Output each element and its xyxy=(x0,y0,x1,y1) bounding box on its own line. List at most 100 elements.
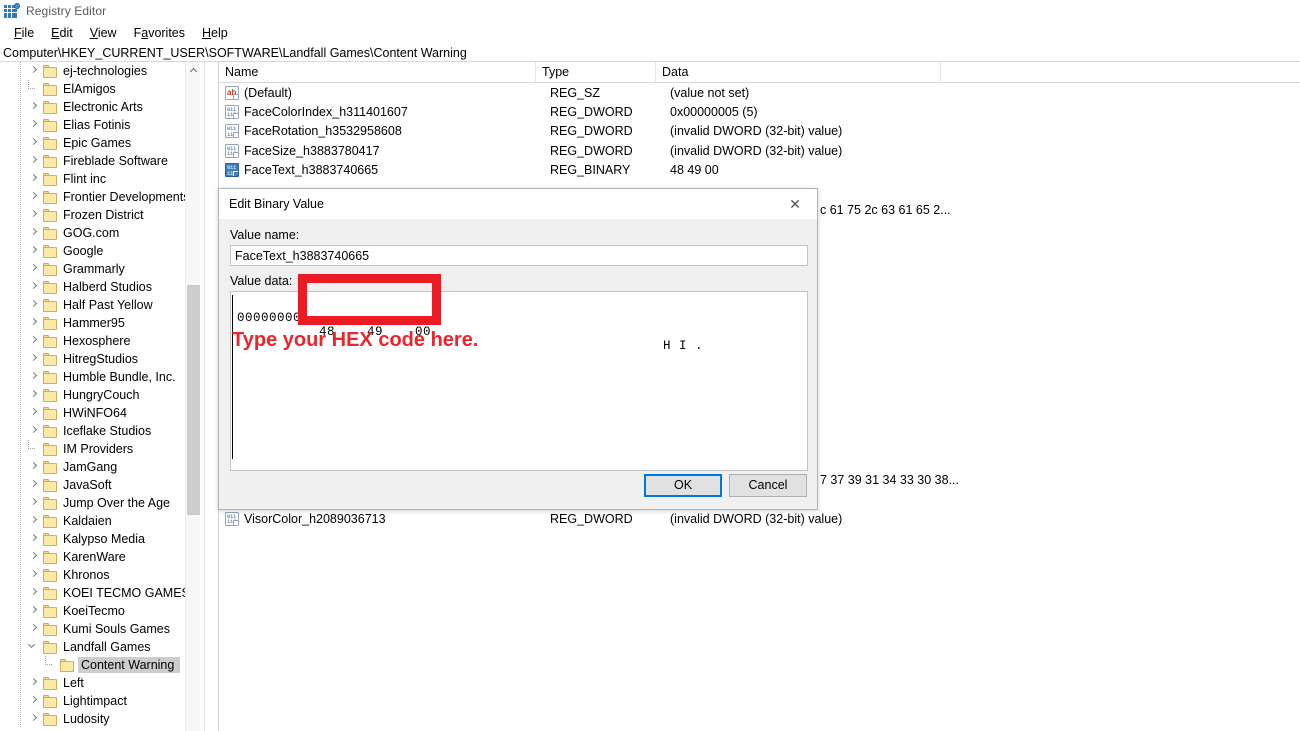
chevron-right-icon[interactable] xyxy=(27,152,43,170)
tree-item-im-providers[interactable]: IM Providers xyxy=(0,440,195,458)
chevron-right-icon[interactable] xyxy=(27,548,43,566)
chevron-right-icon[interactable] xyxy=(27,62,43,80)
cancel-button[interactable]: Cancel xyxy=(729,473,807,497)
table-row[interactable]: ab (Default) REG_SZ (value not set) xyxy=(219,83,1300,102)
tree-vertical-scrollbar[interactable] xyxy=(185,62,200,731)
chevron-right-icon[interactable] xyxy=(27,134,43,152)
chevron-right-icon[interactable] xyxy=(27,566,43,584)
table-row[interactable]: 011 110 FaceSize_h3883780417 REG_DWORD (inva… xyxy=(219,141,1300,160)
value-name-input[interactable] xyxy=(230,245,808,266)
table-row[interactable]: 011 110 FaceText_h3883740665 REG_BINARY 48 4… xyxy=(219,161,1300,180)
chevron-right-icon[interactable] xyxy=(27,368,43,386)
pane-splitter[interactable] xyxy=(204,62,218,731)
value-type-cell: REG_DWORD xyxy=(550,124,633,139)
tree-item-hwinfo64[interactable]: HWiNFO64 xyxy=(0,404,195,422)
tree-item-elias-fotinis[interactable]: Elias Fotinis xyxy=(0,116,195,134)
tree-item-content-warning[interactable]: Content Warning xyxy=(0,656,195,674)
tree-item-frontier-developments[interactable]: Frontier Developments xyxy=(0,188,195,206)
chevron-right-icon[interactable] xyxy=(27,350,43,368)
scroll-up-arrow-icon[interactable] xyxy=(186,62,201,78)
column-header-type[interactable]: Type xyxy=(536,62,656,83)
chevron-right-icon[interactable] xyxy=(27,332,43,350)
chevron-right-icon[interactable] xyxy=(27,404,43,422)
tree-item-koeitecmo[interactable]: KoeiTecmo xyxy=(0,602,195,620)
menu-favorites[interactable]: Favorites xyxy=(126,24,194,42)
folder-icon xyxy=(43,478,58,492)
chevron-right-icon[interactable] xyxy=(27,98,43,116)
chevron-right-icon[interactable] xyxy=(27,674,43,692)
chevron-right-icon[interactable] xyxy=(27,170,43,188)
tree-item-kaldaien[interactable]: Kaldaien xyxy=(0,512,195,530)
tree-item-left[interactable]: Left xyxy=(0,674,195,692)
chevron-right-icon[interactable] xyxy=(27,422,43,440)
chevron-right-icon[interactable] xyxy=(27,314,43,332)
chevron-right-icon[interactable] xyxy=(27,494,43,512)
scrollbar-thumb[interactable] xyxy=(187,285,200,515)
table-row[interactable]: 011 110 VisorColor_h2089036713 REG_DWORD (in… xyxy=(219,509,1300,528)
tree-item-hammer95[interactable]: Hammer95 xyxy=(0,314,195,332)
chevron-right-icon[interactable] xyxy=(27,530,43,548)
tree-item-flint-inc[interactable]: Flint inc xyxy=(0,170,195,188)
tree-item-frozen-district[interactable]: Frozen District xyxy=(0,206,195,224)
chevron-right-icon[interactable] xyxy=(27,620,43,638)
binary-value-icon: 011 110 xyxy=(225,124,239,139)
tree-item-koei-tecmo-games-co[interactable]: KOEI TECMO GAMES CO., xyxy=(0,584,195,602)
chevron-right-icon[interactable] xyxy=(27,458,43,476)
chevron-right-icon[interactable] xyxy=(27,206,43,224)
tree-item-epic-games[interactable]: Epic Games xyxy=(0,134,195,152)
chevron-right-icon[interactable] xyxy=(27,386,43,404)
tree-item-gog-com[interactable]: GOG.com xyxy=(0,224,195,242)
tree-item-humble-bundle-inc[interactable]: Humble Bundle, Inc. xyxy=(0,368,195,386)
tree-item-electronic-arts[interactable]: Electronic Arts xyxy=(0,98,195,116)
tree-item-hexosphere[interactable]: Hexosphere xyxy=(0,332,195,350)
tree-item-landfall-games[interactable]: Landfall Games xyxy=(0,638,195,656)
hex-editor[interactable]: 00000000 48 49 00 H I . xyxy=(230,291,808,471)
tree-item-grammarly[interactable]: Grammarly xyxy=(0,260,195,278)
tree-item-karenware[interactable]: KarenWare xyxy=(0,548,195,566)
tree-item-javasoft[interactable]: JavaSoft xyxy=(0,476,195,494)
ok-button[interactable]: OK xyxy=(644,473,722,497)
chevron-right-icon[interactable] xyxy=(27,116,43,134)
chevron-right-icon[interactable] xyxy=(27,224,43,242)
column-header-data[interactable]: Data xyxy=(656,62,941,83)
tree-item-hungrycouch[interactable]: HungryCouch xyxy=(0,386,195,404)
chevron-right-icon[interactable] xyxy=(27,512,43,530)
chevron-right-icon[interactable] xyxy=(27,692,43,710)
chevron-right-icon[interactable] xyxy=(27,278,43,296)
tree-item-iceflake-studios[interactable]: Iceflake Studios xyxy=(0,422,195,440)
tree-item-jump-over-the-age[interactable]: Jump Over the Age xyxy=(0,494,195,512)
tree-item-halberd-studios[interactable]: Halberd Studios xyxy=(0,278,195,296)
chevron-right-icon[interactable] xyxy=(27,260,43,278)
tree-item-khronos[interactable]: Khronos xyxy=(0,566,195,584)
tree-item-ej-technologies[interactable]: ej-technologies xyxy=(0,62,195,80)
tree-item-hitregstudios[interactable]: HitregStudios xyxy=(0,350,195,368)
chevron-right-icon[interactable] xyxy=(27,296,43,314)
tree-item-google[interactable]: Google xyxy=(0,242,195,260)
chevron-right-icon[interactable] xyxy=(27,476,43,494)
menu-file[interactable]: File xyxy=(6,24,43,42)
tree-item-jamgang[interactable]: JamGang xyxy=(0,458,195,476)
chevron-right-icon[interactable] xyxy=(27,710,43,728)
tree-item-fireblade-software[interactable]: Fireblade Software xyxy=(0,152,195,170)
column-header-name[interactable]: Name xyxy=(219,62,536,83)
address-bar[interactable]: Computer\HKEY_CURRENT_USER\SOFTWARE\Land… xyxy=(0,44,1300,62)
tree-elbow-icon xyxy=(27,80,43,98)
chevron-right-icon[interactable] xyxy=(27,584,43,602)
chevron-right-icon[interactable] xyxy=(27,602,43,620)
close-icon[interactable]: ✕ xyxy=(773,189,817,219)
tree-item-lightimpact[interactable]: Lightimpact xyxy=(0,692,195,710)
menu-help[interactable]: Help xyxy=(194,24,237,42)
menu-view[interactable]: View xyxy=(82,24,126,42)
table-row[interactable]: 011 110 FaceRotation_h3532958608 REG_DWORD (… xyxy=(219,122,1300,141)
menu-edit[interactable]: Edit xyxy=(43,24,82,42)
chevron-right-icon[interactable] xyxy=(27,188,43,206)
tree-item-elamigos[interactable]: ElAmigos xyxy=(0,80,195,98)
tree-item-kumi-souls-games[interactable]: Kumi Souls Games xyxy=(0,620,195,638)
table-row[interactable]: 011 110 FaceColorIndex_h311401607 REG_DWORD… xyxy=(219,102,1300,121)
chevron-down-icon[interactable] xyxy=(27,638,43,656)
tree-item-kalypso-media[interactable]: Kalypso Media xyxy=(0,530,195,548)
hex-ascii[interactable]: H I . xyxy=(663,339,703,353)
tree-item-half-past-yellow[interactable]: Half Past Yellow xyxy=(0,296,195,314)
tree-item-ludosity[interactable]: Ludosity xyxy=(0,710,195,728)
chevron-right-icon[interactable] xyxy=(27,242,43,260)
